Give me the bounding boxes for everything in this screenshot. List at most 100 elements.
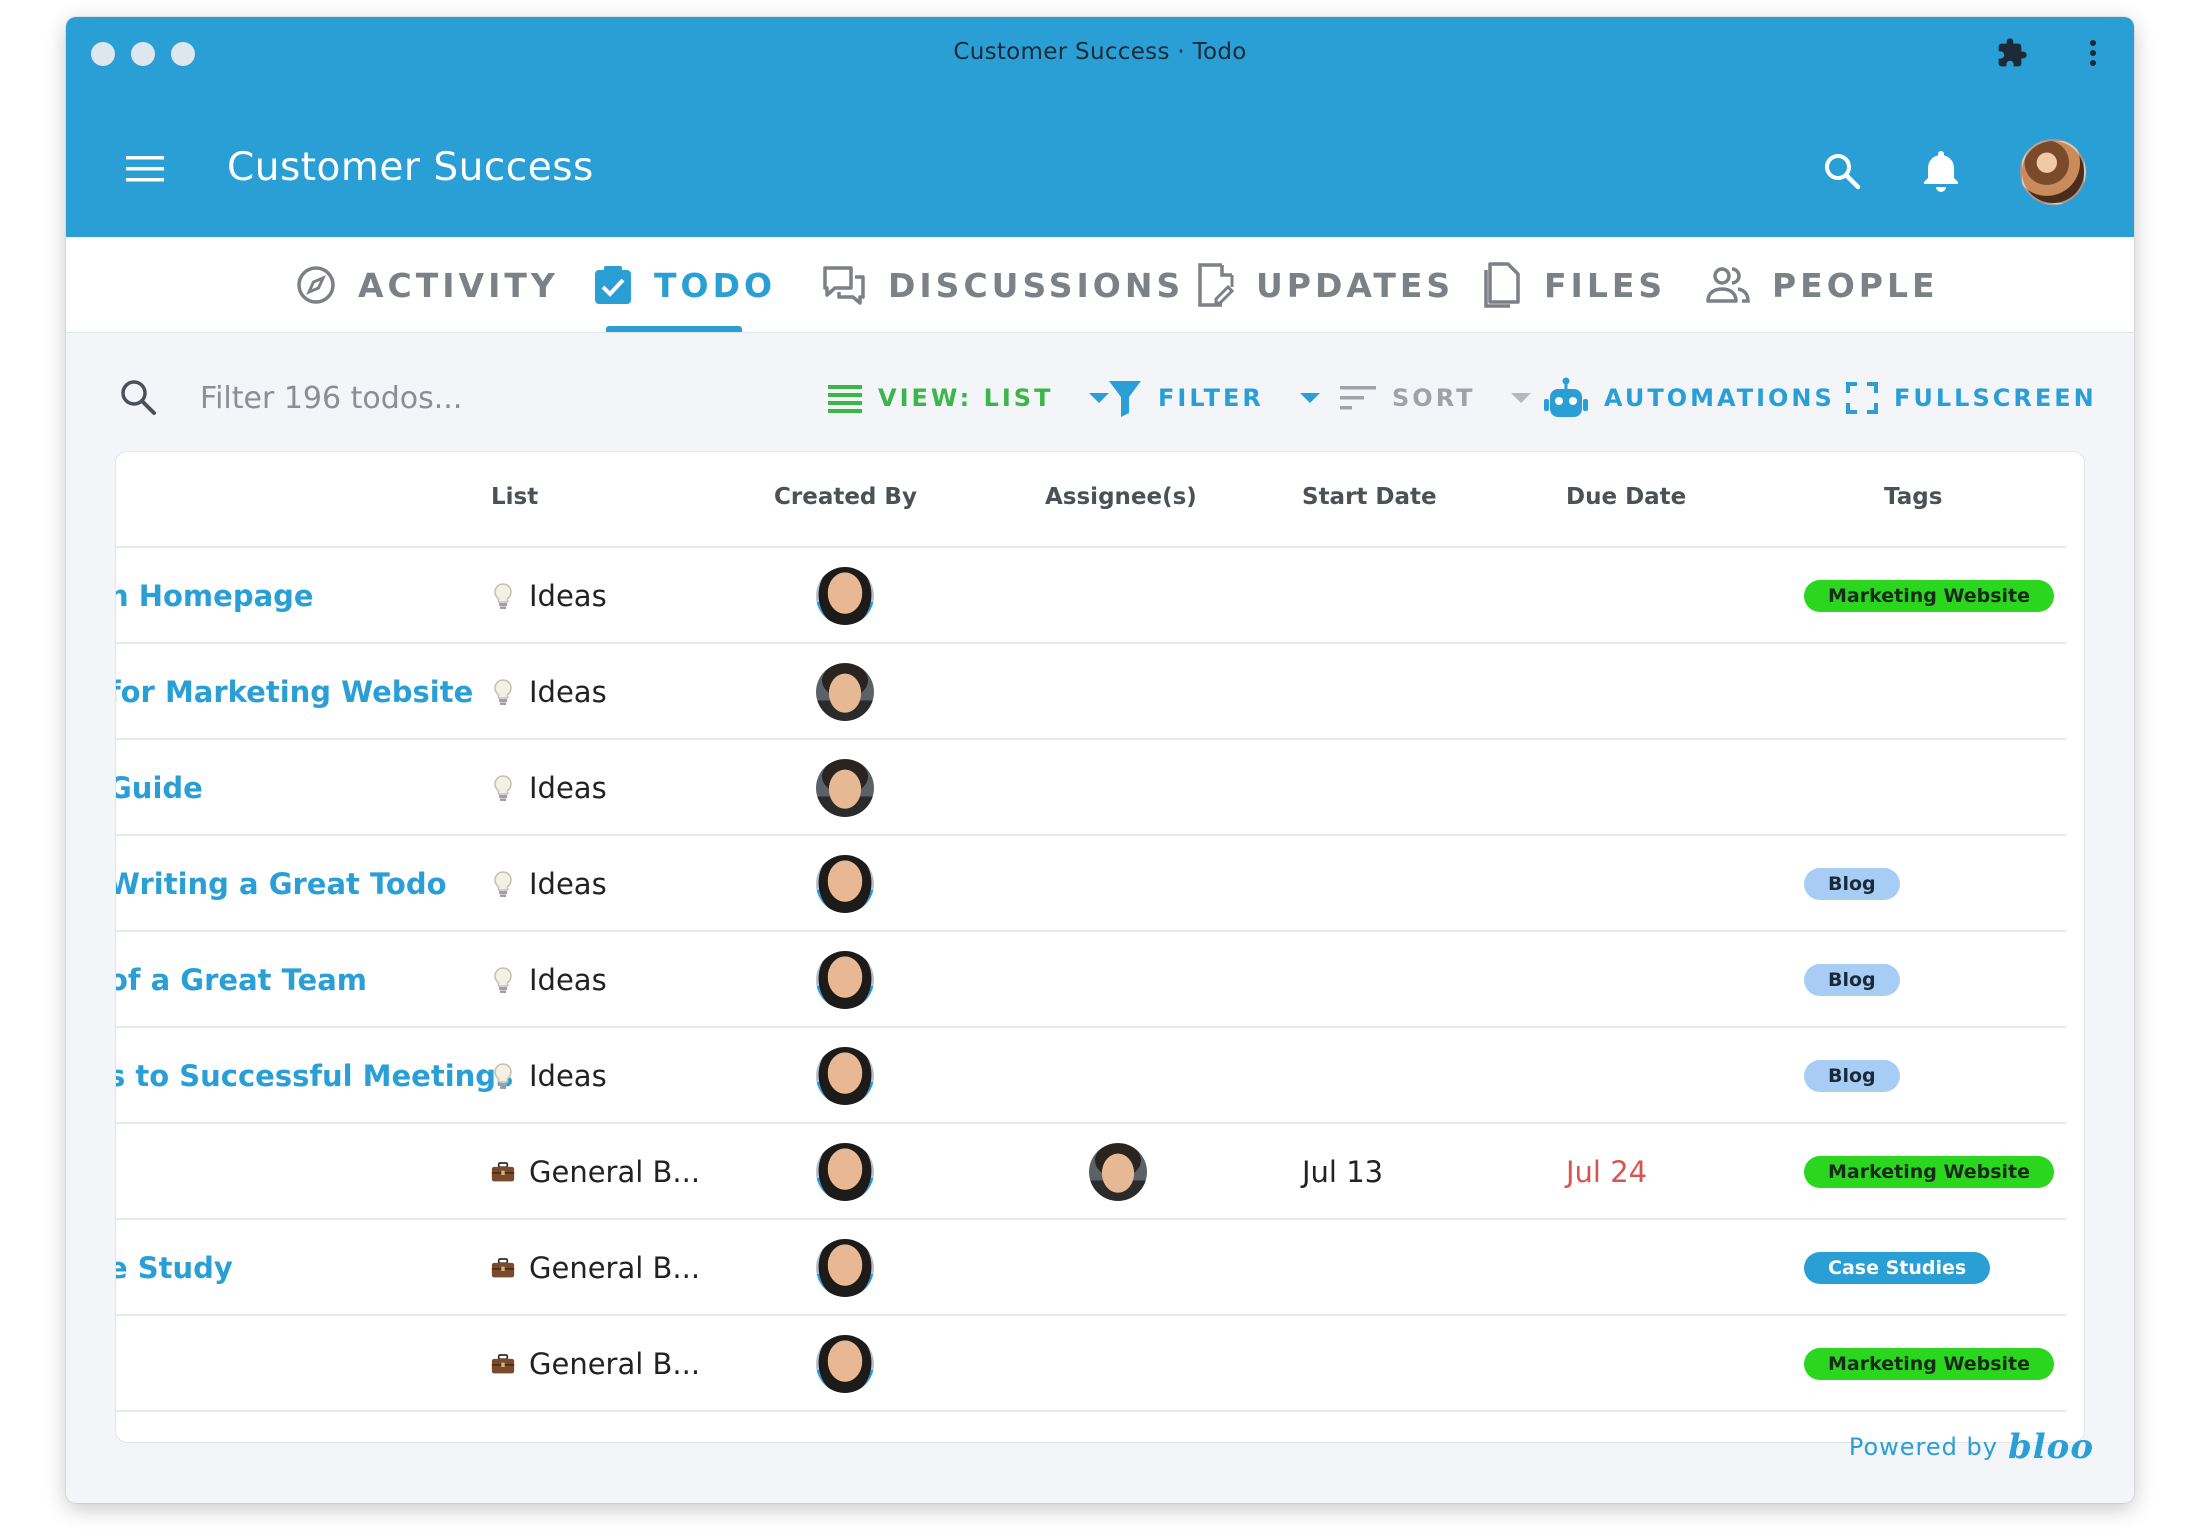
sort-button[interactable]: SORT [1340,373,1532,423]
bloo-logo[interactable]: bloo [2008,1427,2094,1467]
sort-dropdown-caret-icon [1511,393,1532,403]
window-titlebar: Customer Success · Todo [66,17,2134,89]
tab-updates[interactable]: UPDATES [1196,237,1454,333]
tab-people-label: PEOPLE [1772,265,1939,305]
creator-avatar[interactable] [816,1335,874,1393]
fullscreen-label: FULLSCREEN [1894,384,2097,412]
table-header: List Created By Assignee(s) Start Date D… [116,452,2066,548]
window-title: Customer Success · Todo [953,39,1247,65]
table-row[interactable]: s to Successful Meetings Ideas Blog [116,1028,2066,1124]
column-header-tags[interactable]: Tags [1884,484,1942,510]
compass-icon [297,266,335,304]
tags-cell: Marketing Website [1804,548,2055,644]
filter-button[interactable]: FILTER [1108,373,1320,423]
tab-todo-label: TODO [654,265,777,305]
files-icon [1484,262,1520,308]
list-cell[interactable]: General B... [491,1124,700,1220]
table-row[interactable]: n Homepage Ideas Marketing Website [116,548,2066,644]
list-name: Ideas [529,579,607,613]
view-list-button[interactable]: VIEW: LIST [828,373,1110,423]
list-cell[interactable]: Ideas [491,932,607,1028]
table-row[interactable]: of a Great Team Ideas Blog [116,932,2066,1028]
todo-title-link[interactable]: of a Great Team [116,932,367,1028]
briefcase-icon [491,1258,515,1278]
creator-avatar[interactable] [816,1239,874,1297]
tab-people[interactable]: PEOPLE [1706,237,1939,333]
tag-badge[interactable]: Marketing Website [1804,580,2055,612]
start-date[interactable]: Jul 13 [1302,1124,1383,1220]
todo-title-link[interactable]: Guide [116,740,203,836]
sort-label: SORT [1392,384,1476,412]
more-vert-icon[interactable] [2088,39,2098,67]
fullscreen-icon [1846,382,1878,414]
due-date[interactable]: Jul 24 [1566,1124,1647,1220]
creator-avatar[interactable] [816,663,874,721]
tag-badge[interactable]: Case Studies [1804,1252,1991,1284]
tag-badge[interactable]: Blog [1804,964,1900,996]
creator-avatar[interactable] [816,855,874,913]
todo-title-link[interactable]: e Study [116,1220,233,1316]
created-by-cell [816,836,874,932]
briefcase-icon [491,1354,515,1374]
list-cell[interactable]: Ideas [491,1028,607,1124]
table-row[interactable]: General B... Marketing Website [116,1316,2066,1412]
table-row[interactable]: e Study General B... Case Studies [116,1220,2066,1316]
tab-todo[interactable]: TODO [594,237,776,333]
tab-discussions[interactable]: DISCUSSIONS [822,237,1184,333]
list-cell[interactable]: Ideas [491,836,607,932]
tag-badge[interactable]: Blog [1804,1060,1900,1092]
column-header-due-date[interactable]: Due Date [1566,484,1686,510]
assignee-cell [1089,1124,1147,1220]
assignee-avatar[interactable] [1089,1143,1147,1201]
creator-avatar[interactable] [816,951,874,1009]
chat-icon [823,266,865,305]
todo-title-link[interactable]: s to Successful Meetings [116,1028,513,1124]
puzzle-extension-icon[interactable] [1996,37,2028,69]
table-row[interactable]: General B... Jul 13 Jul 24 Marketing Websit… [116,1124,2066,1220]
column-header-assignees[interactable]: Assignee(s) [1045,484,1197,510]
list-name: Ideas [529,675,607,709]
automations-button[interactable]: AUTOMATIONS [1544,373,1835,423]
tag-badge[interactable]: Marketing Website [1804,1156,2055,1188]
creator-avatar[interactable] [816,1047,874,1105]
fullscreen-button[interactable]: FULLSCREEN [1846,373,2097,423]
creator-avatar[interactable] [816,567,874,625]
list-cell[interactable]: General B... [491,1316,700,1412]
user-avatar[interactable] [2020,139,2086,205]
column-header-start-date[interactable]: Start Date [1302,484,1437,510]
tags-cell: Blog [1804,932,1900,1028]
active-tab-indicator [606,326,742,332]
list-cell[interactable]: General B... [491,1220,700,1316]
tags-cell: Blog [1804,1028,1900,1124]
list-cell[interactable]: Ideas [491,740,607,836]
todo-title-link[interactable]: Writing a Great Todo [116,836,447,932]
menu-icon[interactable] [126,155,164,183]
creator-avatar[interactable] [816,759,874,817]
lightbulb-icon [494,871,512,897]
column-header-created-by[interactable]: Created By [774,484,917,510]
table-row[interactable]: Guide Ideas [116,740,2066,836]
app-window: Customer Success · Todo Customer Success [66,17,2134,1503]
tab-files[interactable]: FILES [1482,237,1666,333]
filter-todos-input[interactable] [200,373,760,423]
todo-toolbar: VIEW: LIST FILTER SORT AUTOMATIO [66,333,2134,463]
lightbulb-icon [494,967,512,993]
tag-badge[interactable]: Blog [1804,868,1900,900]
project-tabs: ACTIVITY TODO DISCUSSIONS UPDATES FILES … [66,237,2134,333]
tag-badge[interactable]: Marketing Website [1804,1348,2055,1380]
created-by-cell [816,932,874,1028]
todo-title-link[interactable]: for Marketing Website [116,644,473,740]
creator-avatar[interactable] [816,1143,874,1201]
table-row[interactable]: Writing a Great Todo Ideas Blog [116,836,2066,932]
tab-activity[interactable]: ACTIVITY [296,237,559,333]
created-by-cell [816,644,874,740]
column-header-list[interactable]: List [491,484,538,510]
list-cell[interactable]: Ideas [491,548,607,644]
notifications-bell-icon[interactable] [1921,149,1961,193]
created-by-cell [816,1028,874,1124]
search-icon[interactable] [1822,151,1862,191]
todo-title-link[interactable]: n Homepage [116,548,314,644]
list-cell[interactable]: Ideas [491,644,607,740]
table-row[interactable]: for Marketing Website Ideas [116,644,2066,740]
list-name: General B... [529,1155,701,1189]
